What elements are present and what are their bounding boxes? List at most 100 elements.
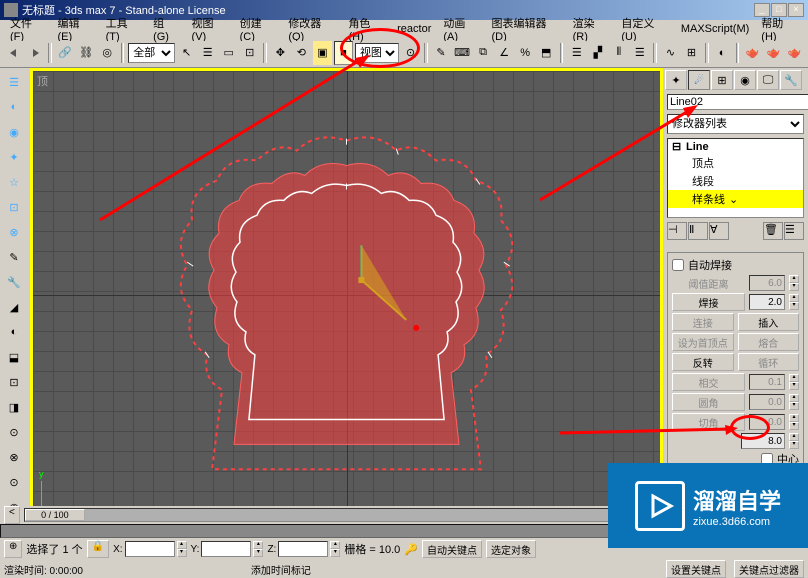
modify-tab[interactable]: ☄ — [688, 70, 710, 90]
move-button[interactable]: ✥ — [271, 41, 290, 65]
make-first-button[interactable]: 设为首顶点 — [672, 333, 734, 351]
autokey-button[interactable]: 自动关键点 — [422, 540, 482, 558]
stack-root-item[interactable]: ⊟Line — [668, 139, 803, 154]
layers-button[interactable]: ☰ — [630, 41, 649, 65]
reference-coord-dropdown[interactable]: 视图 — [355, 43, 399, 63]
hierarchy-tab[interactable]: ⊞ — [711, 70, 733, 90]
chamfer-spinner[interactable]: ▴▾ — [789, 414, 799, 430]
unlink-button[interactable]: ⛓ — [77, 41, 96, 65]
weld-spinner[interactable]: ▴▾ — [789, 294, 799, 310]
stack-segment-item[interactable]: 线段 — [668, 172, 803, 190]
tool-b-icon[interactable]: ⬓ — [2, 345, 26, 369]
select-button[interactable]: ↖ — [177, 41, 196, 65]
transform-type-button[interactable]: ⊕ — [4, 540, 22, 558]
threshold-input[interactable] — [749, 275, 785, 291]
tool-a-icon[interactable]: ◐ — [2, 320, 26, 344]
selectobj-button[interactable]: 选定对象 — [486, 540, 536, 558]
x-input[interactable] — [125, 541, 175, 557]
weld-button[interactable]: 焊接 — [672, 293, 745, 311]
tool-g-icon[interactable]: ⊙ — [2, 470, 26, 494]
rotate-button[interactable]: ⟲ — [292, 41, 311, 65]
align-button[interactable]: ⫴ — [609, 41, 628, 65]
y-spinner[interactable]: ▴▾ — [253, 541, 263, 557]
fillet-input[interactable] — [749, 394, 785, 410]
crosssect-spinner[interactable]: ▴▾ — [789, 374, 799, 390]
cycle-button[interactable]: 循环 — [738, 353, 800, 371]
window-crossing-button[interactable]: ⊡ — [240, 41, 259, 65]
tab-panel-icon[interactable]: ☰ — [2, 70, 26, 94]
manipulate-button[interactable]: ✎ — [432, 41, 451, 65]
lock-selection-button[interactable]: 🔒 — [87, 540, 109, 558]
weld-input[interactable] — [749, 294, 785, 310]
chamfer-button[interactable]: 切角 — [672, 413, 745, 431]
motion-tab[interactable]: ◉ — [734, 70, 756, 90]
layer-icon[interactable]: ◢ — [2, 295, 26, 319]
fillet-button[interactable]: 圆角 — [672, 393, 745, 411]
z-input[interactable] — [278, 541, 328, 557]
select-by-name-button[interactable]: ☰ — [198, 41, 217, 65]
auto-weld-checkbox[interactable]: 自动焊接 — [672, 257, 799, 273]
stack-spline-item[interactable]: 样条线⌄ — [668, 190, 803, 208]
viewport[interactable]: 顶 — [30, 68, 663, 522]
curve-editor-button[interactable]: ∿ — [661, 41, 680, 65]
timeline-left-button[interactable]: < — [4, 506, 20, 524]
percent-snap-button[interactable]: % — [516, 41, 535, 65]
remove-modifier-button[interactable]: 🗑 — [763, 222, 783, 240]
outline-spinner[interactable]: ▴▾ — [789, 433, 799, 449]
system-icon[interactable]: ✎ — [2, 245, 26, 269]
time-slider-thumb[interactable]: 0 / 100 — [25, 509, 85, 521]
setkey-button[interactable]: 设置关键点 — [666, 560, 726, 578]
utility-icon[interactable]: 🔧 — [2, 270, 26, 294]
stack-vertex-item[interactable]: 顶点 — [668, 154, 803, 172]
bind-button[interactable]: ◎ — [98, 41, 117, 65]
shape-icon[interactable]: ◉ — [2, 120, 26, 144]
schematic-button[interactable]: ⊞ — [682, 41, 701, 65]
fillet-spinner[interactable]: ▴▾ — [789, 394, 799, 410]
named-selection-button[interactable]: ☰ — [567, 41, 586, 65]
x-spinner[interactable]: ▴▾ — [177, 541, 187, 557]
menu-reactor[interactable]: reactor — [391, 21, 437, 37]
outline-input[interactable] — [741, 433, 785, 449]
reverse-button[interactable]: 反转 — [672, 353, 734, 371]
spinner-snap-button[interactable]: ⬒ — [537, 41, 556, 65]
render-scene-button[interactable]: 🫖 — [743, 41, 762, 65]
camera-icon[interactable]: ☆ — [2, 170, 26, 194]
configure-sets-button[interactable]: ☰ — [784, 222, 804, 240]
pin-stack-button[interactable]: ⊣ — [667, 222, 687, 240]
z-spinner[interactable]: ▴▾ — [330, 541, 340, 557]
threshold-spinner[interactable]: ▴▾ — [789, 275, 799, 291]
material-editor-button[interactable]: ◐ — [713, 41, 732, 65]
modifier-list-dropdown[interactable]: 修改器列表 — [667, 114, 804, 134]
object-icon[interactable]: ◐ — [2, 95, 26, 119]
object-name-input[interactable] — [667, 94, 808, 110]
utilities-tab[interactable]: 🔧 — [780, 70, 802, 90]
angle-snap-button[interactable]: ∠ — [495, 41, 514, 65]
tool-f-icon[interactable]: ⊗ — [2, 445, 26, 469]
mirror-button[interactable]: ▞ — [588, 41, 607, 65]
create-tab[interactable]: ✦ — [665, 70, 687, 90]
redo-button[interactable] — [25, 41, 44, 65]
snap-button[interactable]: ⧉ — [474, 41, 493, 65]
chamfer-input[interactable] — [749, 414, 785, 430]
pivot-button[interactable]: ⊙ — [401, 41, 420, 65]
tool-e-icon[interactable]: ⊙ — [2, 420, 26, 444]
make-unique-button[interactable]: ∀ — [709, 222, 729, 240]
light-icon[interactable]: ✦ — [2, 145, 26, 169]
tool-c-icon[interactable]: ⊡ — [2, 370, 26, 394]
selection-filter-dropdown[interactable]: 全部 — [128, 43, 175, 63]
connect-button[interactable]: 连接 — [672, 313, 734, 331]
add-time-tag-text[interactable]: 添加时间标记 — [251, 562, 311, 577]
crosssect-button[interactable]: 相交 — [672, 373, 745, 391]
spacewarp-icon[interactable]: ⊗ — [2, 220, 26, 244]
modifier-stack[interactable]: ⊟Line 顶点 线段 样条线⌄ — [667, 138, 804, 218]
helper-icon[interactable]: ⊡ — [2, 195, 26, 219]
keyfilter-button[interactable]: 关键点过滤器 — [734, 560, 804, 578]
menu-maxscript[interactable]: MAXScript(M) — [675, 21, 755, 37]
crosssect-input[interactable] — [749, 374, 785, 390]
fuse-button[interactable]: 熔合 — [738, 333, 800, 351]
undo-button[interactable] — [4, 41, 23, 65]
display-tab[interactable]: 🖵 — [757, 70, 779, 90]
select-region-button[interactable]: ▭ — [219, 41, 238, 65]
insert-button[interactable]: 插入 — [738, 313, 800, 331]
tool-d-icon[interactable]: ◨ — [2, 395, 26, 419]
